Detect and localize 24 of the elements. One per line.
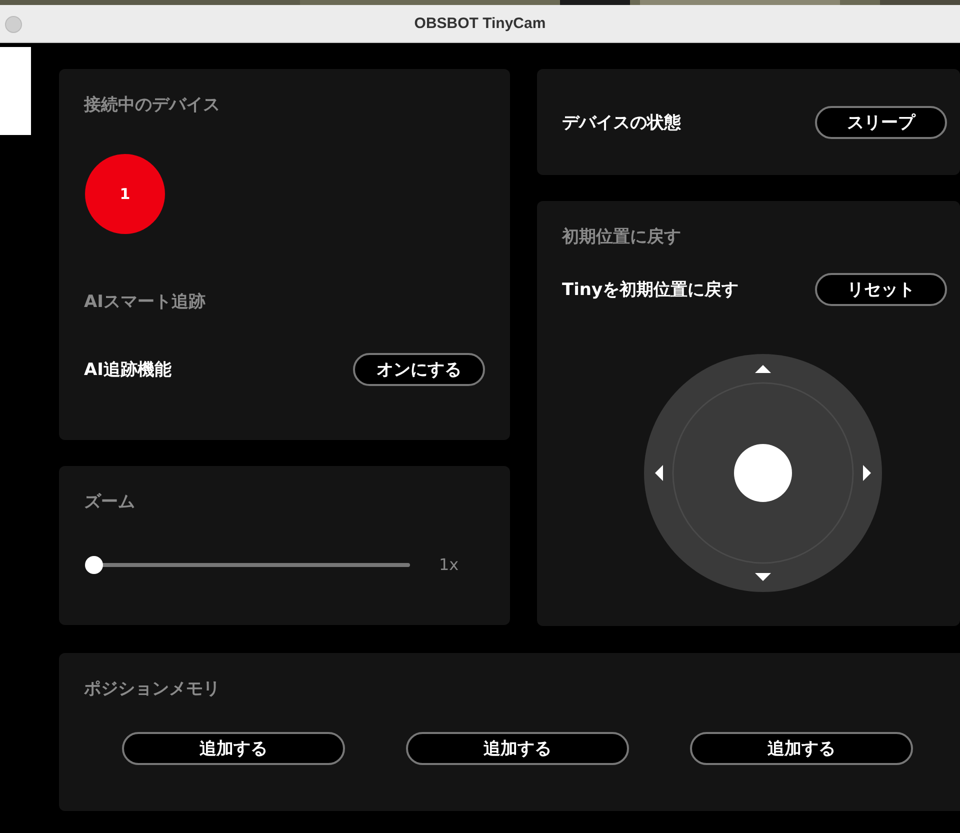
section-heading: ポジションメモリ	[84, 678, 221, 700]
setting-label: AI追跡機能	[84, 359, 172, 381]
add-position-button[interactable]: 追加する	[690, 732, 913, 765]
window-title: OBSBOT TinyCam	[414, 15, 546, 32]
section-heading: AIスマート追跡	[84, 291, 206, 313]
section-heading: ズーム	[84, 491, 136, 513]
setting-label: Tinyを初期位置に戻す	[562, 279, 739, 301]
left-arrow-icon[interactable]	[655, 465, 663, 481]
add-position-button[interactable]: 追加する	[406, 732, 629, 765]
joystick-pad[interactable]	[643, 353, 883, 593]
tracking-on-button[interactable]: オンにする	[353, 353, 485, 386]
reset-button[interactable]: リセット	[815, 273, 947, 306]
down-arrow-icon[interactable]	[755, 573, 771, 581]
zoom-reading: 1x	[439, 555, 459, 574]
add-position-button[interactable]: 追加する	[122, 732, 345, 765]
section-heading: 接続中のデバイス	[84, 94, 221, 116]
device-badge[interactable]: 1	[85, 154, 165, 234]
setting-label: デバイスの状態	[562, 112, 681, 134]
right-arrow-icon[interactable]	[863, 465, 871, 481]
sleep-button[interactable]: スリープ	[815, 106, 947, 138]
section-heading: 初期位置に戻す	[562, 226, 682, 248]
up-arrow-icon[interactable]	[755, 365, 771, 373]
slider-thumb[interactable]	[85, 556, 103, 574]
joystick-knob[interactable]	[734, 444, 792, 502]
